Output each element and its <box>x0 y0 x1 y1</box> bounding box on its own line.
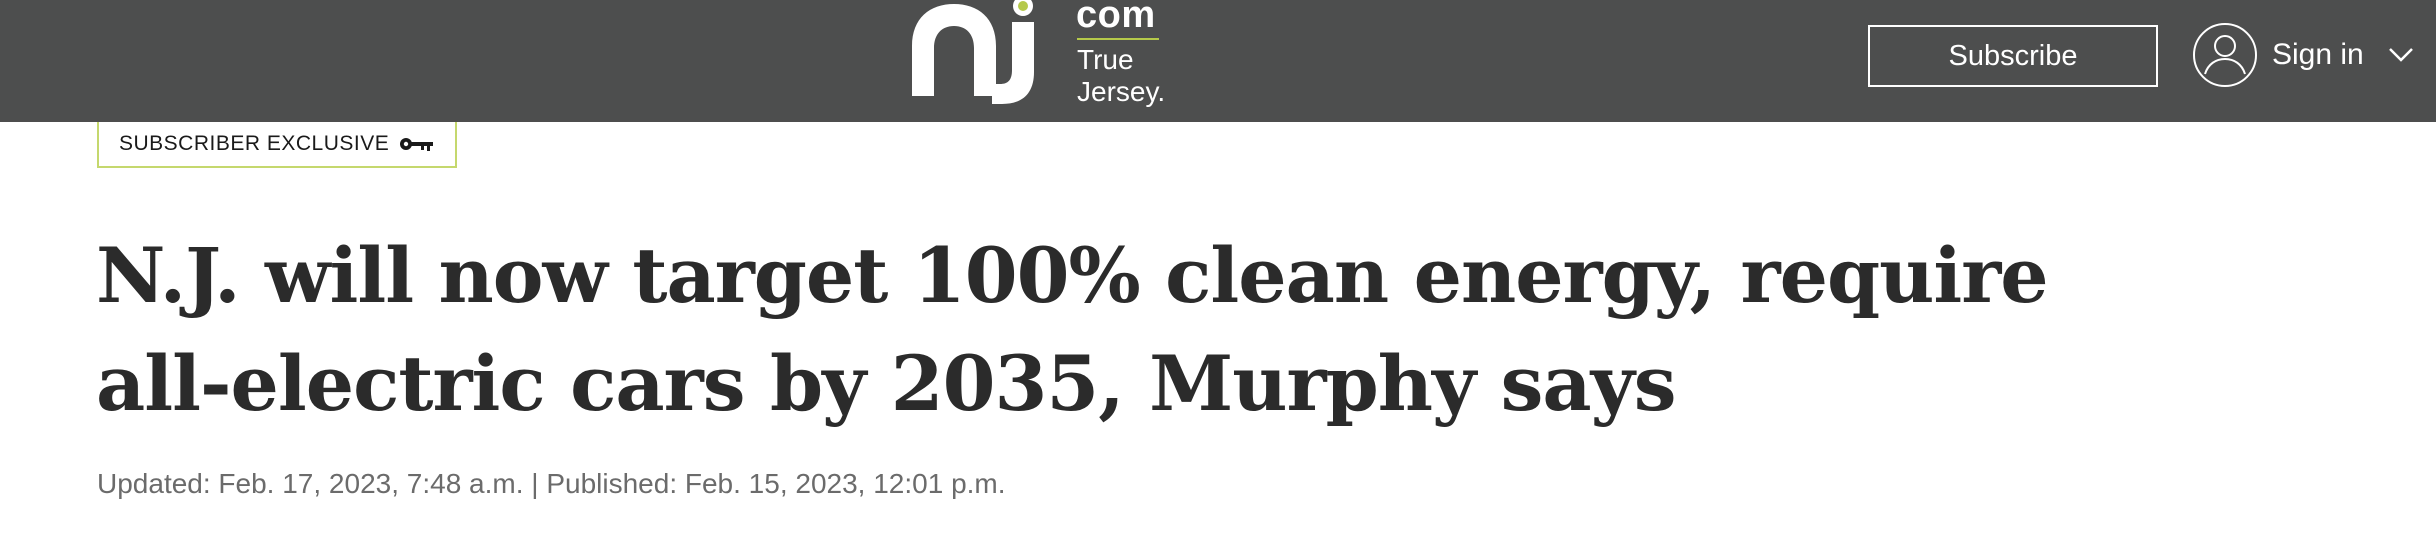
logo-divider <box>1077 38 1159 40</box>
article-headline: N.J. will now target 100% clean energy, … <box>96 231 2049 428</box>
article-dateline: Updated: Feb. 17, 2023, 7:48 a.m. | Publ… <box>97 468 1006 499</box>
avatar-icon <box>2193 23 2257 87</box>
badge-label: SUBSCRIBER EXCLUSIVE <box>119 132 390 155</box>
chevron-down-icon <box>2388 48 2413 62</box>
logo-tagline: True Jersey. <box>1077 44 1165 108</box>
logo-com-text: com <box>1076 0 1156 36</box>
site-logo[interactable]: com True Jersey. <box>912 0 1172 108</box>
key-icon <box>400 138 434 151</box>
subscriber-exclusive-badge: SUBSCRIBER EXCLUSIVE <box>97 122 458 168</box>
site-header: com True Jersey. Subscribe Sign in <box>0 0 2436 122</box>
logo-tagline-line1: True <box>1077 44 1134 75</box>
logo-tagline-line2: Jersey. <box>1077 76 1166 107</box>
nj-logo-mark <box>912 0 1034 104</box>
sign-in-label: Sign in <box>2272 38 2364 71</box>
sign-in-menu[interactable]: Sign in <box>2192 22 2414 88</box>
subscribe-button[interactable]: Subscribe <box>1868 25 2158 87</box>
